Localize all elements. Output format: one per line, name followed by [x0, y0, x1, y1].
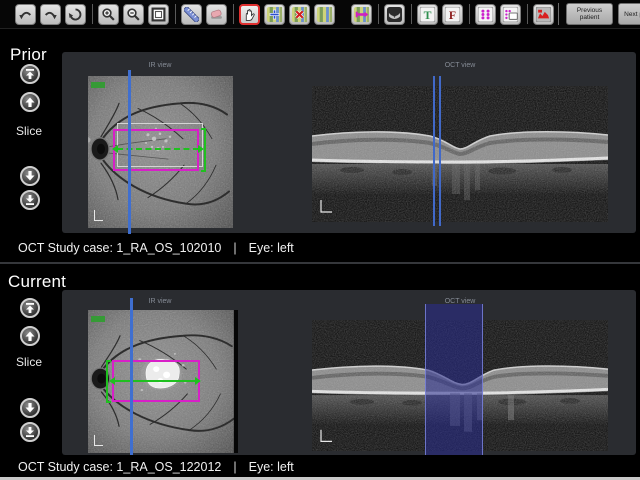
prior-slice-last-button[interactable]: [20, 190, 40, 210]
prior-slice-label: Slice: [16, 124, 42, 138]
prior-scan-info-badge: [91, 82, 105, 88]
current-slice-last-button[interactable]: [20, 422, 40, 442]
prior-oct-image[interactable]: [312, 86, 608, 222]
current-eye-text: Eye: left: [249, 460, 294, 474]
toolbar-separator: [558, 3, 559, 25]
prior-fundus-scale-marker: [94, 210, 103, 221]
grid-add-icon[interactable]: [264, 4, 285, 25]
grid-move-icon[interactable]: [351, 4, 372, 25]
prior-case-text: OCT Study case: 1_RA_OS_102010: [18, 241, 221, 255]
prior-slice-first-button[interactable]: [20, 64, 40, 84]
section-divider: [0, 262, 640, 264]
patient-nav: Previous patient Next patient: [558, 0, 640, 29]
current-slice-up-button[interactable]: [20, 326, 40, 346]
zoom-out-icon[interactable]: [123, 4, 144, 25]
grid-icon[interactable]: [314, 4, 335, 25]
toolbar-icons: TF: [15, 4, 558, 25]
pan-hand-icon[interactable]: [239, 4, 260, 25]
current-fundus-scale-marker: [94, 435, 103, 446]
current-case-text: OCT Study case: 1_RA_OS_122012: [18, 460, 221, 474]
current-scan-position-line: [114, 380, 196, 382]
status-separator: |: [233, 460, 236, 474]
current-status-bar: OCT Study case: 1_RA_OS_122012 | Eye: left: [18, 460, 294, 474]
current-section-title: Current: [8, 272, 66, 292]
dots-copy-icon[interactable]: [500, 4, 521, 25]
red-region-icon[interactable]: [533, 4, 554, 25]
current-fundus-image[interactable]: [88, 310, 238, 453]
toolbar: TF Previous patient Next patient: [0, 0, 640, 29]
toolbar-separator: [411, 4, 412, 24]
prior-registration-rect: [113, 129, 199, 171]
prior-slice-up-button[interactable]: [20, 92, 40, 112]
current-fundus-slice-line[interactable]: [130, 298, 133, 455]
current-oct-selection-band[interactable]: [425, 304, 483, 455]
toolbar-separator: [175, 4, 176, 24]
current-scan-info-badge: [91, 316, 105, 322]
current-panel: IR view OCT view: [62, 290, 636, 455]
text-false-icon[interactable]: F: [442, 4, 463, 25]
current-fundus-view-label: IR view: [149, 298, 172, 305]
rotate-icon[interactable]: [65, 4, 86, 25]
current-range-bracket: [106, 360, 111, 403]
prior-panel: IR view OCT view: [62, 52, 636, 233]
svg-text:T: T: [424, 8, 432, 21]
prior-fundus-slice-line[interactable]: [128, 70, 131, 234]
toolbar-separator: [378, 4, 379, 24]
status-separator: |: [233, 241, 236, 255]
prior-fundus-image[interactable]: [88, 76, 233, 228]
toolbar-separator: [233, 4, 234, 24]
current-slice-label: Slice: [16, 355, 42, 369]
prior-status-bar: OCT Study case: 1_RA_OS_102010 | Eye: left: [18, 241, 294, 255]
overlay-eye-icon[interactable]: [384, 4, 405, 25]
eraser-icon[interactable]: [206, 4, 227, 25]
prior-section-title: Prior: [10, 45, 47, 65]
grid-delete-icon[interactable]: [289, 4, 310, 25]
oct-bscan: [312, 86, 608, 222]
current-slice-down-button[interactable]: [20, 398, 40, 418]
flip-arc-right-icon[interactable]: [40, 4, 61, 25]
prior-oct-view-label: OCT view: [445, 62, 476, 69]
previous-patient-button[interactable]: Previous patient: [566, 3, 613, 25]
prior-slice-down-button[interactable]: [20, 166, 40, 186]
toolbar-separator: [469, 4, 470, 24]
zoom-in-icon[interactable]: [98, 4, 119, 25]
current-slice-first-button[interactable]: [20, 298, 40, 318]
oct-compare-window: TF Previous patient Next patient Prior S…: [0, 0, 640, 480]
text-true-icon[interactable]: T: [417, 4, 438, 25]
prior-range-bracket: [201, 128, 206, 172]
flip-arc-left-icon[interactable]: [15, 4, 36, 25]
toolbar-separator: [527, 4, 528, 24]
prior-oct-slice-marker[interactable]: [433, 76, 441, 226]
fit-window-icon[interactable]: [148, 4, 169, 25]
ruler-icon[interactable]: [181, 4, 202, 25]
toolbar-separator: [92, 4, 93, 24]
prior-eye-text: Eye: left: [249, 241, 294, 255]
next-patient-button[interactable]: Next patient: [618, 3, 640, 25]
dots-grid-icon[interactable]: [475, 4, 496, 25]
svg-text:F: F: [449, 8, 456, 21]
prior-fundus-view-label: IR view: [149, 62, 172, 69]
